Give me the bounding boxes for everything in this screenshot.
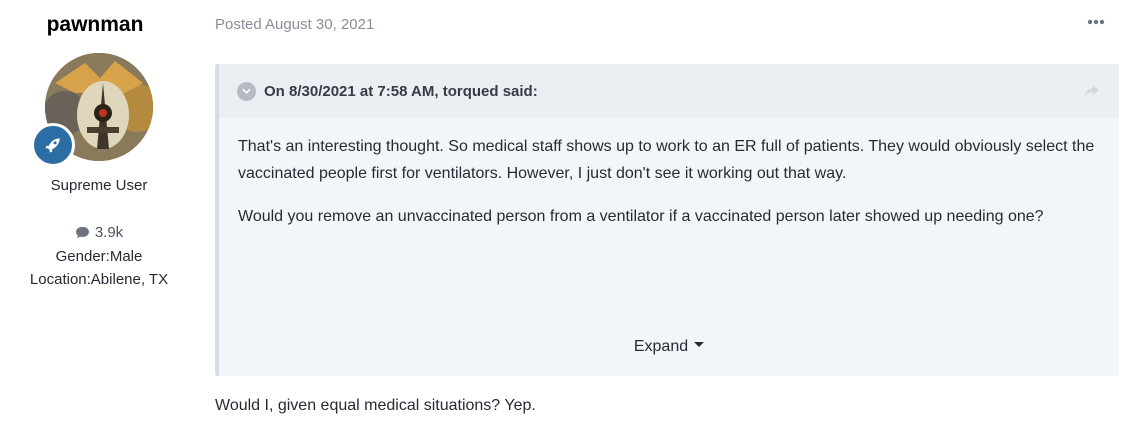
post-count-value: 3.9k [94, 224, 124, 241]
gender-field: Gender:Male [55, 248, 143, 265]
expand-label: Expand [633, 338, 689, 355]
quote-paragraph: Would you remove an unvaccinated person … [238, 208, 1044, 225]
avatar-wrapper[interactable] [31, 53, 153, 167]
post-date[interactable]: Posted August 30, 2021 [215, 16, 374, 33]
post-count[interactable]: 3.9k [0, 224, 198, 241]
quote-collapse-toggle[interactable] [237, 81, 256, 101]
quote-header: On 8/30/2021 at 7:58 AM, torqued said: [219, 64, 1119, 118]
rocket-icon [45, 138, 60, 153]
user-title: Supreme User [50, 177, 148, 194]
author-username[interactable]: pawnman [0, 13, 190, 37]
share-icon[interactable] [1083, 83, 1101, 99]
ellipsis-icon [1087, 19, 1105, 25]
quote-block: On 8/30/2021 at 7:58 AM, torqued said: T… [215, 64, 1119, 376]
quote-body: That's an interesting thought. So medica… [219, 118, 1119, 230]
rank-badge[interactable] [31, 123, 75, 167]
chevron-down-icon [242, 88, 251, 94]
comment-icon [75, 226, 89, 239]
location-field: Location:Abilene, TX [29, 271, 169, 288]
expand-button[interactable]: Expand [219, 338, 1119, 356]
quote-citation[interactable]: On 8/30/2021 at 7:58 AM, torqued said: [264, 83, 538, 100]
reply-text: Would I, given equal medical situations?… [215, 397, 536, 414]
caret-down-icon [694, 342, 705, 348]
quote-paragraph: That's an interesting thought. So medica… [238, 138, 1095, 182]
post-menu-button[interactable] [1086, 12, 1106, 32]
